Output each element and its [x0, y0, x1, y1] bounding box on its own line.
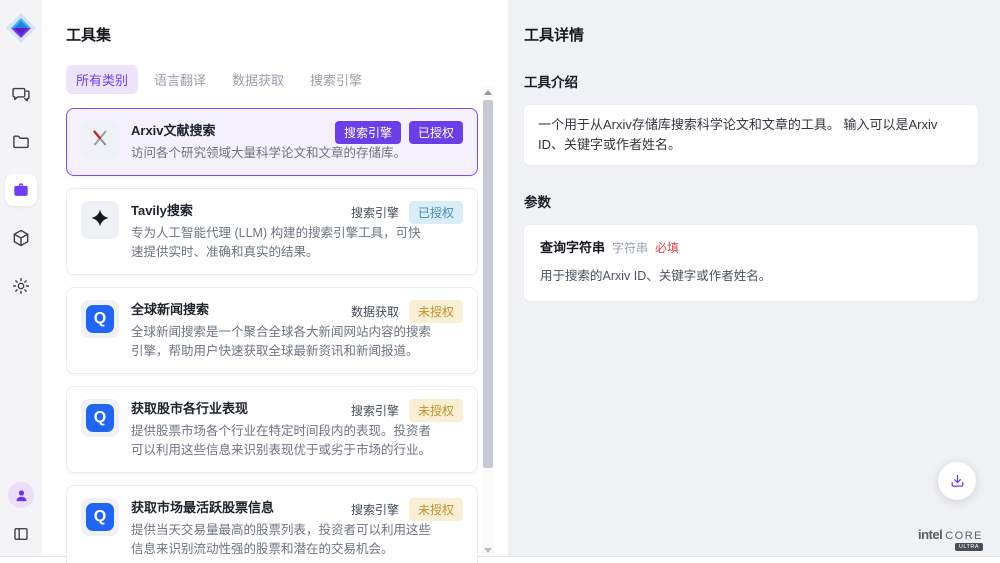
- tool-card[interactable]: Arxiv文献搜索 访问各个研究领域大量科学论文和文章的存储库。 搜索引擎 已授…: [66, 108, 478, 176]
- tool-badges: 搜索引擎 未授权: [349, 399, 463, 422]
- param-type: 字符串: [612, 238, 648, 258]
- cube-icon[interactable]: [5, 222, 37, 254]
- category-tab[interactable]: 所有类别: [66, 65, 138, 94]
- sidebar-nav: [5, 78, 37, 302]
- arxiv-icon: [89, 127, 111, 154]
- param-card: 查询字符串 字符串 必填 用于搜索的Arxiv ID、关键字或作者姓名。: [524, 225, 978, 301]
- tool-icon: Q: [81, 498, 119, 536]
- tool-status-badge: 已授权: [409, 121, 463, 144]
- tool-description: 专为人工智能代理 (LLM) 构建的搜索引擎工具，可快速提供实时、准确和真实的结…: [131, 224, 433, 262]
- chat-icon[interactable]: [5, 78, 37, 110]
- intel-core-logo: intel CORE ULTRA: [918, 527, 983, 542]
- scrollbar[interactable]: [482, 86, 494, 556]
- tool-icon: Q: [81, 300, 119, 338]
- tool-description: 访问各个研究领域大量科学论文和文章的存储库。: [131, 144, 433, 163]
- icon-sidebar: [0, 0, 42, 556]
- avatar[interactable]: [8, 482, 34, 508]
- tool-card[interactable]: Q 获取市场最活跃股票信息 提供当天交易量最高的股票列表，投资者可以利用这些信息…: [66, 485, 478, 563]
- scrollbar-thumb[interactable]: [483, 100, 493, 468]
- sidebar-bottom: [8, 482, 34, 546]
- tool-status-badge: 未授权: [409, 498, 463, 521]
- param-description: 用于搜索的Arxiv ID、关键字或作者姓名。: [540, 266, 962, 286]
- category-tab[interactable]: 语言翻译: [144, 65, 216, 94]
- page-title: 工具集: [66, 24, 508, 45]
- intel-wordmark: intel: [918, 527, 942, 542]
- tool-description: 全球新闻搜索是一个聚合全球各大新闻网站内容的搜索引擎，帮助用户快速获取全球最新资…: [131, 323, 433, 361]
- tool-status-badge: 未授权: [409, 300, 463, 323]
- tool-badges: 数据获取 未授权: [349, 300, 463, 323]
- panel-toggle-icon[interactable]: [9, 522, 33, 546]
- tool-card[interactable]: Q 全球新闻搜索 全球新闻搜索是一个聚合全球各大新闻网站内容的搜索引擎，帮助用户…: [66, 287, 478, 374]
- download-button[interactable]: [938, 462, 976, 500]
- tool-card[interactable]: Q 获取股市各行业表现 提供股票市场各个行业在特定时间段内的表现。投资者可以利用…: [66, 386, 478, 473]
- news-app-icon: Q: [86, 305, 114, 333]
- news-app-icon: Q: [86, 503, 114, 531]
- tool-status-badge: 未授权: [409, 399, 463, 422]
- tool-category-badge: 搜索引擎: [349, 201, 401, 224]
- category-tab[interactable]: 搜索引擎: [300, 65, 372, 94]
- app-window: 工具集 所有类别语言翻译数据获取搜索引擎 Arxiv文献搜索 访问各个研究领域大…: [0, 0, 1000, 557]
- tool-description: 提供股票市场各个行业在特定时间段内的表现。投资者可以利用这些信息来识别表现优于或…: [131, 422, 433, 460]
- category-tab[interactable]: 数据获取: [222, 65, 294, 94]
- tool-status-badge: 已授权: [409, 201, 463, 224]
- toolbox-icon[interactable]: [5, 174, 37, 206]
- core-wordmark: CORE: [945, 530, 983, 542]
- folder-icon[interactable]: [5, 126, 37, 158]
- intro-heading: 工具介绍: [524, 71, 978, 91]
- param-required-badge: 必填: [655, 238, 679, 258]
- tool-detail-panel: 工具详情 工具介绍 一个用于从Arxiv存储库搜索科学论文和文章的工具。 输入可…: [508, 0, 1000, 556]
- tool-description: 提供当天交易量最高的股票列表，投资者可以利用这些信息来识别流动性强的股票和潜在的…: [131, 521, 433, 559]
- tool-list: Arxiv文献搜索 访问各个研究领域大量科学论文和文章的存储库。 搜索引擎 已授…: [66, 108, 478, 563]
- ultra-badge: ULTRA: [955, 543, 983, 551]
- sparkle-icon: [90, 208, 110, 233]
- detail-title: 工具详情: [524, 24, 978, 45]
- tool-icon: Q: [81, 399, 119, 437]
- tool-list-panel: 工具集 所有类别语言翻译数据获取搜索引擎 Arxiv文献搜索 访问各个研究领域大…: [42, 0, 508, 556]
- download-icon: [949, 473, 966, 490]
- intro-card: 一个用于从Arxiv存储库搜索科学论文和文章的工具。 输入可以是Arxiv ID…: [524, 105, 978, 165]
- scrollbar-up-arrow[interactable]: [482, 86, 494, 98]
- tool-category-badge: 搜索引擎: [349, 498, 401, 521]
- tool-category-badge: 搜索引擎: [335, 121, 401, 144]
- gear-icon[interactable]: [5, 270, 37, 302]
- tool-badges: 搜索引擎 未授权: [349, 498, 463, 521]
- news-app-icon: Q: [86, 404, 114, 432]
- tool-card[interactable]: Tavily搜索 专为人工智能代理 (LLM) 构建的搜索引擎工具，可快速提供实…: [66, 188, 478, 275]
- param-head: 查询字符串 字符串 必填: [540, 238, 962, 258]
- param-name: 查询字符串: [540, 238, 605, 258]
- category-tabs: 所有类别语言翻译数据获取搜索引擎: [66, 65, 508, 94]
- tool-badges: 搜索引擎 已授权: [335, 121, 463, 144]
- app-logo-icon: [5, 12, 37, 44]
- tool-category-badge: 搜索引擎: [349, 399, 401, 422]
- tool-category-badge: 数据获取: [349, 300, 401, 323]
- tool-icon: [81, 121, 119, 159]
- tool-icon: [81, 201, 119, 239]
- scrollbar-down-arrow[interactable]: [482, 544, 494, 556]
- params-heading: 参数: [524, 191, 978, 211]
- tool-badges: 搜索引擎 已授权: [349, 201, 463, 224]
